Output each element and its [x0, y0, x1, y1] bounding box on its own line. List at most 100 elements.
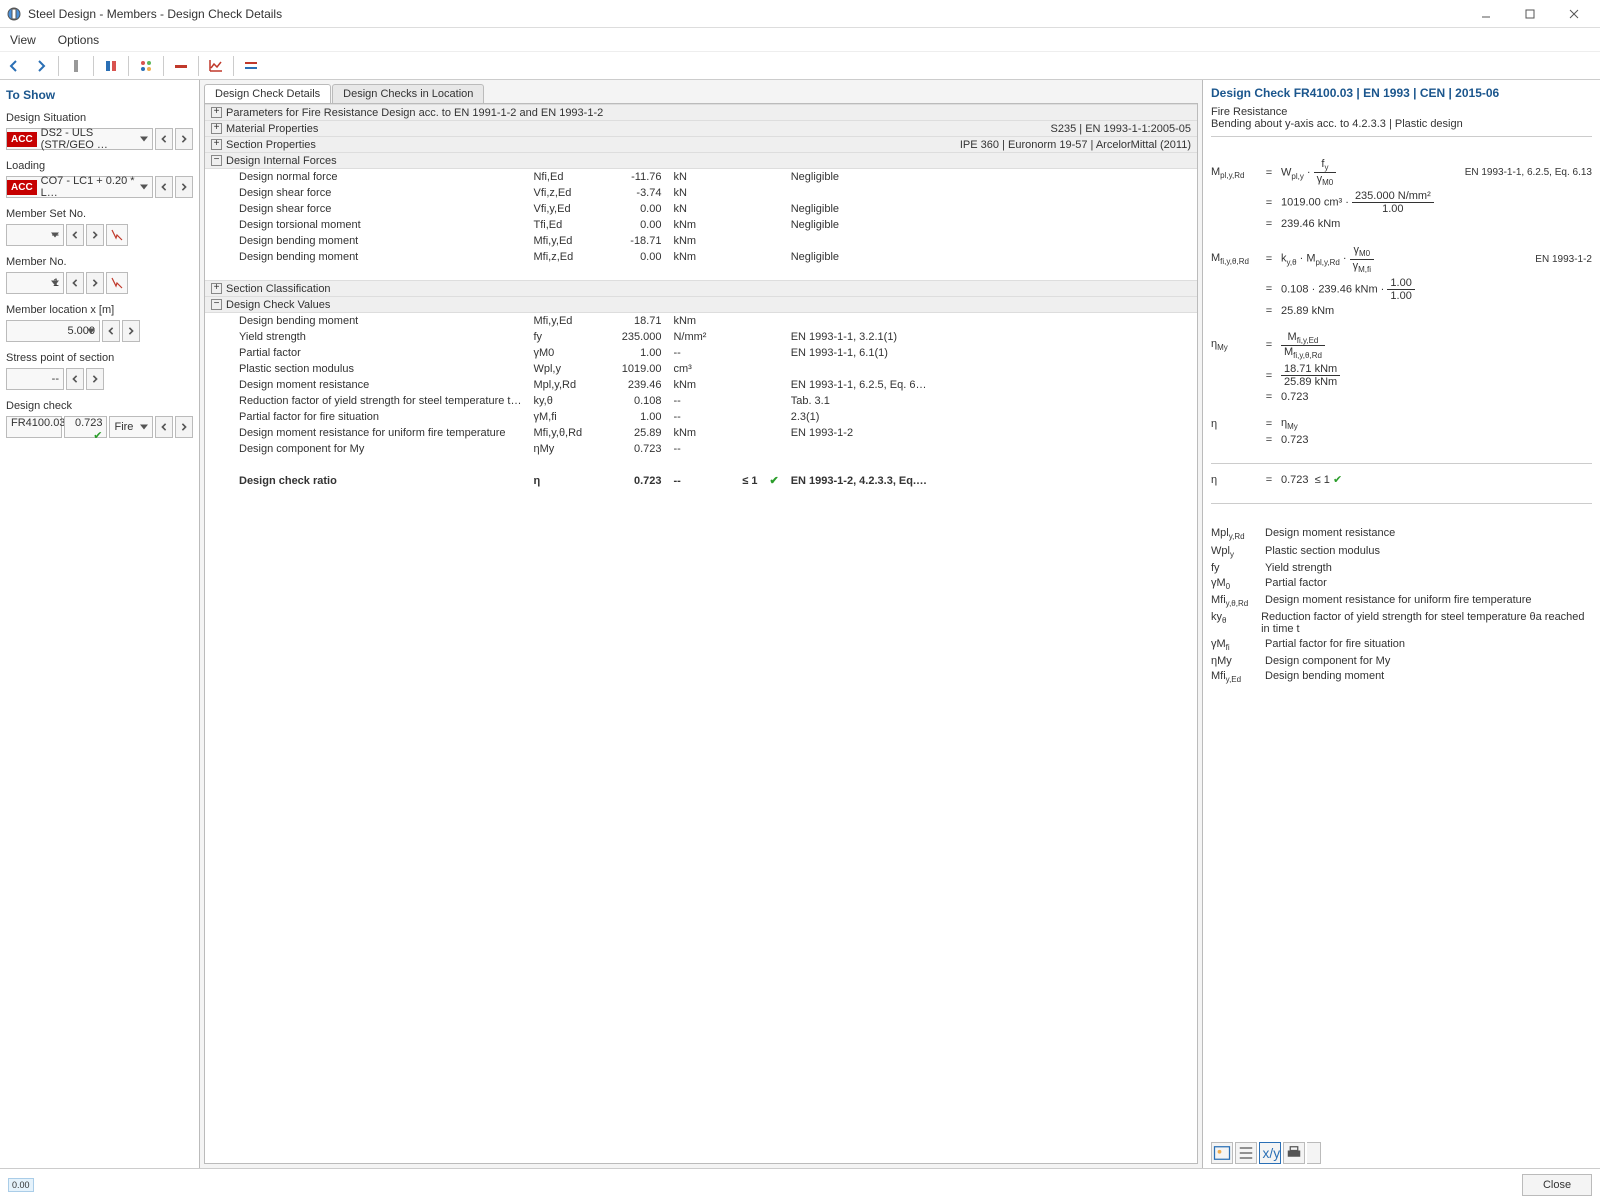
table-row[interactable]: Design shear forceVfi,y,Ed0.00kNNegligib…: [205, 201, 1197, 217]
table-row[interactable]: Design bending momentMfi,y,Ed-18.71kNm: [205, 233, 1197, 249]
equation-4: η=ηMy =0.723: [1211, 414, 1592, 449]
acc-badge-2: ACC: [7, 180, 37, 195]
minimize-button[interactable]: [1466, 2, 1506, 26]
prev-member-button[interactable]: [66, 272, 84, 294]
formula-panel: Design Check FR4100.03 | EN 1993 | CEN |…: [1202, 80, 1600, 1168]
next-dc-button[interactable]: [175, 416, 193, 438]
table-row[interactable]: Plastic section modulusWpl,y1019.00cm³: [205, 361, 1197, 377]
legend-row: Mply,RdDesign moment resistance: [1211, 527, 1592, 541]
prev-sp-button[interactable]: [66, 368, 84, 390]
table-row[interactable]: Design check ratioη0.723--≤ 1✔EN 1993-1-…: [205, 473, 1197, 489]
table-row[interactable]: Design normal forceNfi,Ed-11.76kNNegligi…: [205, 169, 1197, 185]
back-icon[interactable]: [4, 55, 26, 77]
table-row[interactable]: Partial factorγM01.00--EN 1993-1-1, 6.1(…: [205, 345, 1197, 361]
chevron-down-icon: [51, 281, 59, 286]
chevron-down-icon: [140, 185, 148, 190]
formula-icon[interactable]: x/y: [1259, 1142, 1281, 1164]
print-dropdown-icon[interactable]: [1307, 1142, 1321, 1164]
picture-icon[interactable]: [1211, 1142, 1233, 1164]
next-memberset-button[interactable]: [86, 224, 104, 246]
menu-options[interactable]: Options: [54, 31, 103, 49]
design-situation-select[interactable]: ACC DS2 - ULS (STR/GEO …: [6, 128, 153, 150]
design-check-type-select[interactable]: Fire: [109, 416, 153, 438]
next-loc-button[interactable]: [122, 320, 140, 342]
tree-header[interactable]: +Material PropertiesS235 | EN 1993-1-1:2…: [205, 121, 1197, 137]
legend-row: kyθReduction factor of yield strength fo…: [1211, 611, 1592, 635]
table-row[interactable]: Design moment resistanceMpl,y,Rd239.46kN…: [205, 377, 1197, 393]
close-button[interactable]: [1554, 2, 1594, 26]
table-row[interactable]: Partial factor for fire situationγM,fi1.…: [205, 409, 1197, 425]
menubar: View Options: [0, 28, 1600, 52]
table-row[interactable]: Yield strengthfy235.000N/mm²EN 1993-1-1,…: [205, 329, 1197, 345]
member-no-label: Member No.: [6, 256, 193, 268]
status-value: 0.00: [8, 1178, 34, 1192]
prev-memberset-button[interactable]: [66, 224, 84, 246]
color-icon[interactable]: [135, 55, 157, 77]
tree-header[interactable]: +Section Classification: [205, 281, 1197, 297]
next-member-button[interactable]: [86, 272, 104, 294]
table-row[interactable]: Reduction factor of yield strength for s…: [205, 393, 1197, 409]
tabs: Design Check Details Design Checks in Lo…: [204, 84, 1198, 103]
forward-icon[interactable]: [30, 55, 52, 77]
member-loc-select[interactable]: 5.000: [6, 320, 100, 342]
legend-row: WplyPlastic section modulus: [1211, 545, 1592, 559]
legend-row: Mfiy,θ,RdDesign moment resistance for un…: [1211, 594, 1592, 608]
print-icon[interactable]: [1283, 1142, 1305, 1164]
center-panel: Design Check Details Design Checks in Lo…: [200, 80, 1202, 1168]
table-row[interactable]: Design component for MyηMy0.723--: [205, 441, 1197, 457]
tool-icon-1[interactable]: [65, 55, 87, 77]
window-titlebar: Steel Design - Members - Design Check De…: [0, 0, 1600, 28]
table-row[interactable]: Design bending momentMfi,y,Ed18.71kNm: [205, 313, 1197, 329]
sidebar-title: To Show: [6, 88, 193, 102]
prev-dc-button[interactable]: [155, 416, 173, 438]
graph-icon[interactable]: [205, 55, 227, 77]
tree-header[interactable]: −Design Check Values: [205, 297, 1197, 313]
legend-row: γM0Partial factor: [1211, 577, 1592, 591]
pick-memberset-icon[interactable]: [106, 224, 128, 246]
member-no-select[interactable]: 1: [6, 272, 64, 294]
close-dialog-button[interactable]: Close: [1522, 1174, 1592, 1196]
design-situation-label: Design Situation: [6, 112, 193, 124]
section-icon[interactable]: [100, 55, 122, 77]
table-row[interactable]: Design bending momentMfi,z,Ed0.00kNmNegl…: [205, 249, 1197, 265]
next-situation-button[interactable]: [175, 128, 193, 150]
stress-point-select[interactable]: --: [6, 368, 64, 390]
tab-in-location[interactable]: Design Checks in Location: [332, 84, 484, 103]
tab-details[interactable]: Design Check Details: [204, 84, 331, 103]
table-row[interactable]: Design torsional momentTfi,Ed0.00kNmNegl…: [205, 217, 1197, 233]
stress-point-label: Stress point of section: [6, 352, 193, 364]
toolbar: [0, 52, 1600, 80]
design-check-code[interactable]: FR4100.03: [6, 416, 62, 438]
member-loc-label: Member location x [m]: [6, 304, 193, 316]
member-set-label: Member Set No.: [6, 208, 193, 220]
prev-loading-button[interactable]: [155, 176, 173, 198]
loading-select[interactable]: ACC CO7 - LC1 + 0.20 * L…: [6, 176, 153, 198]
next-loading-button[interactable]: [175, 176, 193, 198]
misc-icon[interactable]: [240, 55, 262, 77]
list-icon[interactable]: [1235, 1142, 1257, 1164]
check-icon: ✔: [1333, 474, 1342, 486]
app-icon: [6, 6, 22, 22]
prev-loc-button[interactable]: [102, 320, 120, 342]
equation-5: η=0.723 ≤ 1 ✔: [1211, 470, 1592, 489]
next-sp-button[interactable]: [86, 368, 104, 390]
tree-header[interactable]: +Section PropertiesIPE 360 | Euronorm 19…: [205, 137, 1197, 153]
menu-view[interactable]: View: [6, 31, 40, 49]
table-row[interactable]: Design moment resistance for uniform fir…: [205, 425, 1197, 441]
prev-situation-button[interactable]: [155, 128, 173, 150]
tree-header[interactable]: −Design Internal Forces: [205, 153, 1197, 169]
pick-member-icon[interactable]: [106, 272, 128, 294]
design-check-label: Design check: [6, 400, 193, 412]
formula-subhead: Fire Resistance Bending about y-axis acc…: [1211, 106, 1592, 143]
beam-icon[interactable]: [170, 55, 192, 77]
legend-row: fyYield strength: [1211, 562, 1592, 574]
design-check-ratio: 0.723 ✔: [64, 416, 107, 438]
chevron-down-icon: [87, 329, 95, 334]
tree-table: +Parameters for Fire Resistance Design a…: [205, 104, 1197, 489]
maximize-button[interactable]: [1510, 2, 1550, 26]
table-row[interactable]: Design shear forceVfi,z,Ed-3.74kN: [205, 185, 1197, 201]
sidebar: To Show Design Situation ACC DS2 - ULS (…: [0, 80, 200, 1168]
member-set-select[interactable]: --: [6, 224, 64, 246]
tree-header[interactable]: +Parameters for Fire Resistance Design a…: [205, 105, 1197, 121]
equation-1: Mpl,y,Rd= Wpl,y · fyγM0 EN 1993-1-1, 6.2…: [1211, 155, 1592, 233]
